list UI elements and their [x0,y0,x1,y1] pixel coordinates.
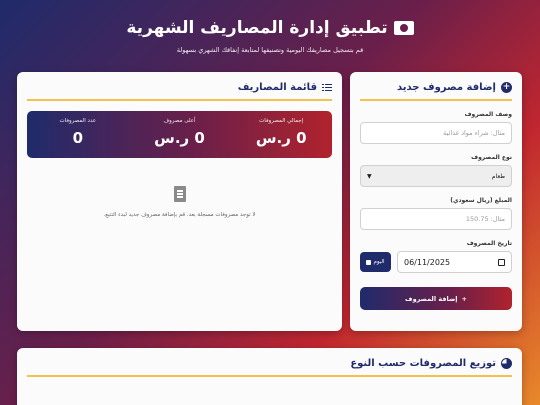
page-subtitle: قم بتسجيل مصاريفك اليومية وتصنيفها لمتاب… [176,46,364,54]
empty-state-message: لا توجد مصروفات مسجلة بعد. قم بإضافة مصر… [103,212,256,218]
amount-label: المبلغ (ريال سعودي) [450,197,512,204]
today-button-label: اليوم [373,259,385,265]
money-bill-icon [393,21,414,35]
stat-highest-label: أعلى مصروف [163,118,196,124]
expense-list-title: قائمة المصاريف [237,82,317,93]
type-select[interactable]: طعام ▼ [360,165,512,187]
add-expense-button-label: إضافة المصروف [405,294,458,303]
stat-count-label: عدد المصروفات [59,118,97,124]
stat-highest-value: 0 ر.س [154,129,205,147]
date-value: 06/11/2025 [404,257,451,267]
chevron-down-icon: ▼ [367,172,372,180]
description-input[interactable]: مثال: شراء مواد غذائية [360,122,512,144]
add-expense-button[interactable]: + إضافة المصروف [360,287,512,310]
distribution-title: توزيع المصروفات حسب النوع [350,358,496,369]
pie-chart-icon [501,358,512,369]
type-label: نوع المصروف [471,154,512,161]
stats-panel: إجمالي المصروفات 0 ر.س أعلى مصروف 0 ر.س … [27,111,332,158]
date-input[interactable]: 06/11/2025 [397,251,512,273]
add-expense-title: إضافة مصروف جديد [396,82,496,93]
distribution-title-row: توزيع المصروفات حسب النوع [27,358,512,377]
distribution-card: توزيع المصروفات حسب النوع [17,348,522,405]
plus-icon: + [461,294,467,303]
stat-count-value: 0 [72,129,84,147]
type-selected-value: طعام [491,172,505,180]
today-button[interactable]: اليوم [360,252,391,272]
add-expense-card: + إضافة مصروف جديد وصف المصروف مثال: شرا… [350,72,522,331]
description-label: وصف المصروف [464,111,512,118]
add-expense-title-row: + إضافة مصروف جديد [360,82,512,101]
date-row: 06/11/2025 اليوم [360,251,512,273]
stat-total-label: إجمالي المصروفات [259,118,304,124]
plus-circle-icon: + [501,82,512,93]
expense-list-title-row: قائمة المصاريف [27,82,332,101]
app-header: تطبيق إدارة المصاريف الشهرية قم بتسجيل م… [0,18,540,54]
amount-input[interactable]: مثال: 150.75 [360,208,512,230]
calendar-icon[interactable] [498,258,505,266]
page-title: تطبيق إدارة المصاريف الشهرية [126,18,388,38]
calendar-day-icon [366,259,372,265]
stat-total-value: 0 ر.س [255,129,307,147]
expense-list-card: قائمة المصاريف إجمالي المصروفات 0 ر.س أع… [17,72,342,331]
page-title-row: تطبيق إدارة المصاريف الشهرية [0,18,540,38]
receipt-icon [173,186,186,202]
empty-state: لا توجد مصروفات مسجلة بعد. قم بإضافة مصر… [27,186,332,218]
stat-total: إجمالي المصروفات 0 ر.س [230,111,332,158]
stat-highest: أعلى مصروف 0 ر.س [129,111,231,158]
stat-count: عدد المصروفات 0 [27,111,129,158]
list-icon [322,83,332,92]
date-label: تاريخ المصروف [466,240,512,247]
